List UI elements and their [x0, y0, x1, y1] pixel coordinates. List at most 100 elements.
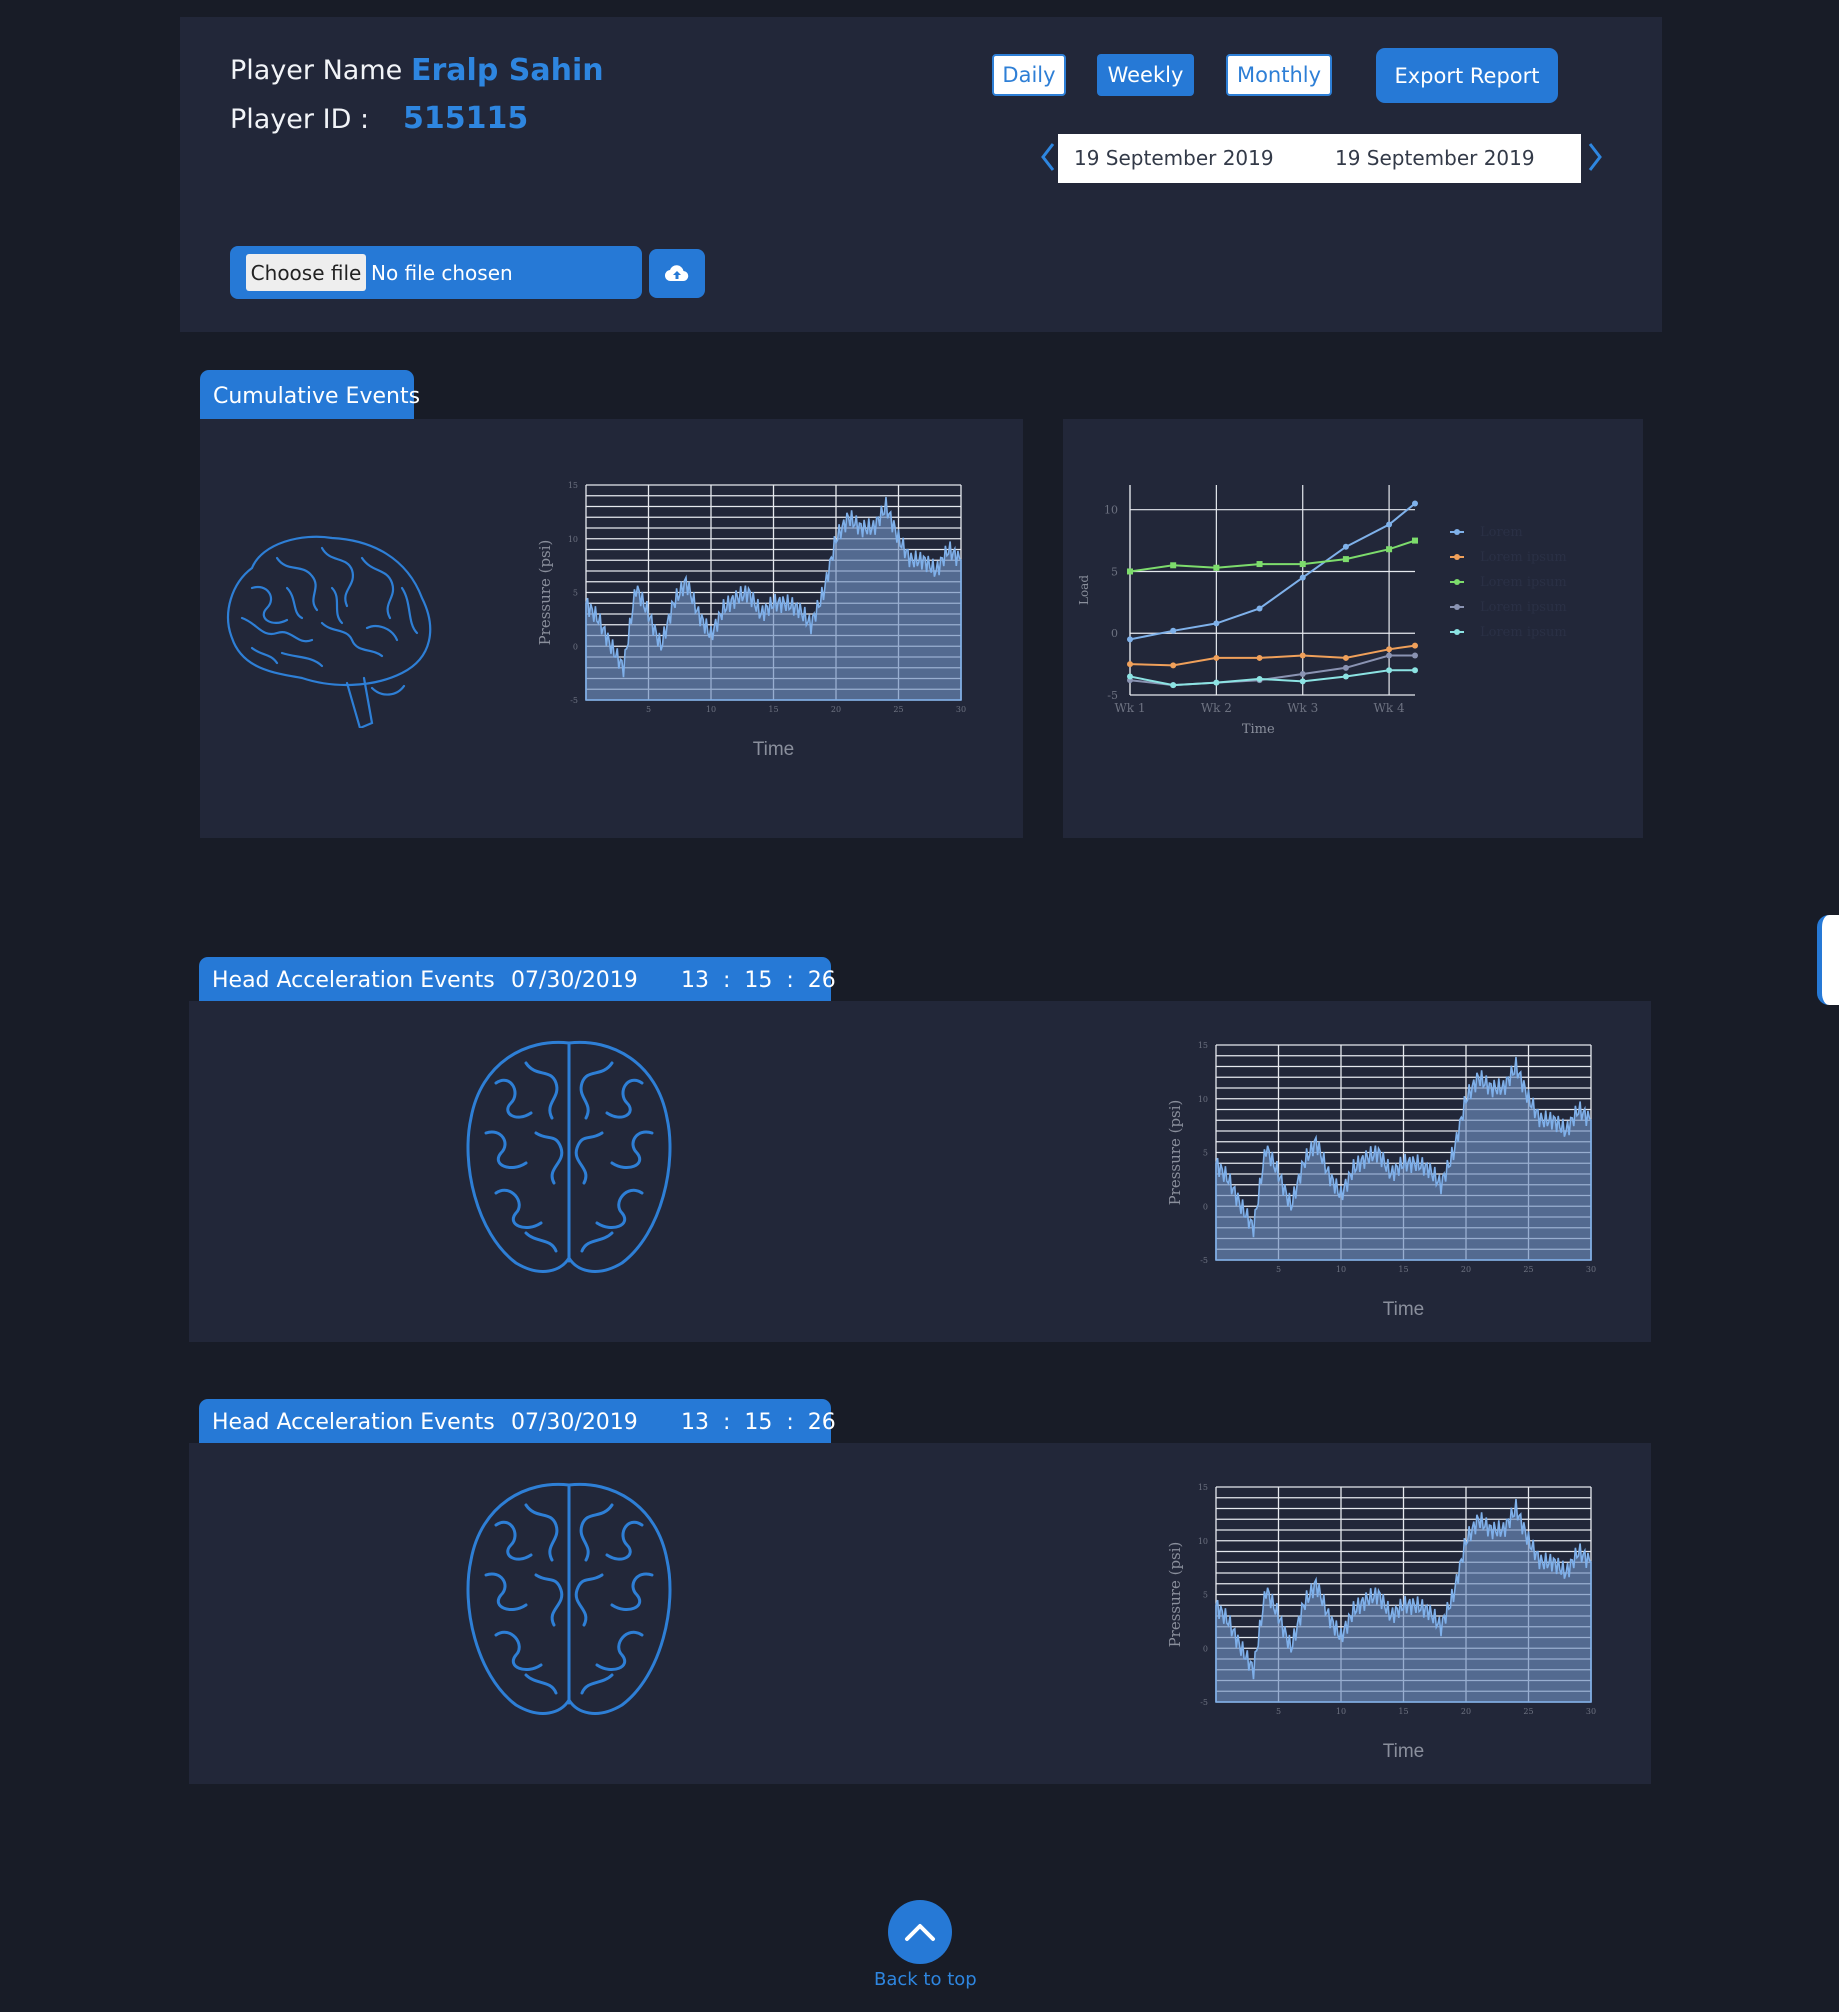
tab-cumulative-events[interactable]: Cumulative Events	[200, 370, 420, 419]
y-tick-label: 0	[573, 642, 578, 651]
data-point	[1342, 664, 1349, 671]
monthly-button[interactable]: Monthly	[1226, 54, 1332, 96]
y-tick-label: 5	[1111, 565, 1118, 578]
brain-fold	[494, 1189, 543, 1229]
y-tick-label: -5	[1200, 1256, 1208, 1265]
side-drawer-handle[interactable]	[1817, 915, 1839, 1005]
weekly-button[interactable]: Weekly	[1097, 54, 1194, 96]
x-tick-label: 15	[1398, 1265, 1408, 1274]
upload-button[interactable]	[649, 249, 705, 298]
data-point	[1299, 574, 1306, 581]
brain-fold	[580, 1231, 614, 1253]
chevron-left-icon[interactable]	[1036, 140, 1060, 174]
player-name-value: Eralp Sahin	[411, 53, 604, 88]
x-axis-title: Time	[753, 739, 795, 760]
x-tick-label: 25	[1523, 1265, 1533, 1274]
x-tick-label: Wk 2	[1201, 701, 1232, 715]
data-point	[1412, 652, 1418, 659]
file-status: No file chosen	[371, 261, 513, 285]
y-tick-label: 5	[1203, 1149, 1208, 1158]
y-tick-label: 10	[1104, 504, 1118, 517]
legend-marker	[1454, 554, 1460, 560]
brain-fold	[494, 1631, 543, 1671]
y-tick-label: -5	[1107, 689, 1118, 702]
y-tick-label: 0	[1203, 1644, 1208, 1653]
back-to-top-button[interactable]	[888, 1900, 952, 1964]
data-point	[1256, 605, 1263, 612]
data-point	[1170, 682, 1177, 689]
export-report-button[interactable]: Export Report	[1376, 48, 1558, 103]
data-point	[1342, 654, 1349, 661]
y-tick-label: 15	[568, 481, 578, 490]
brain-fold	[610, 1130, 654, 1169]
date-range-picker[interactable]: 19 September 2019 19 September 2019	[1058, 134, 1581, 183]
brain-fold	[605, 1521, 644, 1561]
data-point	[1342, 673, 1349, 680]
x-tick-label: 10	[1336, 1707, 1346, 1716]
pressure-area-chart-3: -5 0 5 10 15 5 10 15 20 25 30 Time Pressure (psi)	[1166, 1483, 1596, 1762]
x-tick-label: 25	[893, 705, 903, 714]
series-line	[1129, 654, 1415, 687]
x-tick-label: 5	[1276, 1707, 1281, 1716]
data-point	[1213, 679, 1220, 686]
legend-label: Lorem ipsum	[1480, 550, 1567, 565]
data-point	[1386, 646, 1393, 653]
chevron-up-icon	[905, 1924, 935, 1941]
data-point	[1127, 661, 1133, 668]
brain-fold	[484, 1130, 528, 1169]
brain-fold	[595, 1631, 644, 1671]
daily-button[interactable]: Daily	[992, 54, 1066, 96]
brain-fold	[574, 1573, 604, 1627]
player-id-value: 515115	[403, 101, 529, 136]
brain-fold	[524, 1503, 559, 1562]
data-point	[1386, 667, 1393, 674]
data-point	[1170, 662, 1177, 669]
x-axis-title: Time	[1383, 1741, 1425, 1762]
chevron-right-icon[interactable]	[1583, 140, 1607, 174]
brain-fold	[610, 1572, 654, 1611]
data-point	[1213, 564, 1220, 571]
legend-label: Lorem ipsum	[1480, 625, 1567, 640]
brain-fold	[524, 1061, 559, 1120]
end-date[interactable]: 19 September 2019	[1335, 146, 1535, 170]
y-tick-label: 5	[573, 589, 578, 598]
y-tick-label: 5	[1203, 1591, 1208, 1600]
data-point	[1127, 636, 1133, 643]
legend-marker	[1454, 604, 1460, 610]
pressure-area-chart-2: -5 0 5 10 15 5 10 15 20 25 30 Time Pressure (psi)	[1166, 1041, 1596, 1320]
player-id-label: Player ID :	[230, 104, 370, 135]
data-point	[1213, 620, 1220, 627]
x-tick-label: 30	[956, 705, 966, 714]
legend-label: Lorem	[1480, 525, 1523, 540]
x-tick-label: 10	[706, 705, 716, 714]
data-point	[1412, 500, 1418, 507]
tab-head-acceleration-events-1[interactable]: Head Acceleration Events 07/30/2019 13 :…	[199, 957, 836, 1001]
x-tick-label: Wk 4	[1374, 701, 1405, 715]
tab-head-acceleration-events-2[interactable]: Head Acceleration Events 07/30/2019 13 :…	[199, 1399, 836, 1443]
brain-side-view-icon	[227, 535, 432, 728]
back-to-top-link[interactable]: Back to top	[874, 1969, 977, 1990]
x-tick-label: 10	[1336, 1265, 1346, 1274]
legend-marker	[1454, 579, 1460, 585]
data-point	[1299, 561, 1306, 568]
brain-fold	[534, 1573, 564, 1627]
y-tick-label: 0	[1203, 1202, 1208, 1211]
legend-label: Lorem ipsum	[1480, 600, 1567, 615]
data-point	[1170, 627, 1177, 634]
file-input[interactable]: Choose file No file chosen	[230, 246, 642, 299]
data-point	[1412, 642, 1418, 649]
data-point	[1299, 671, 1306, 677]
brain-outline	[466, 1482, 672, 1715]
y-tick-label: 15	[1198, 1483, 1208, 1492]
x-tick-label: 30	[1586, 1707, 1596, 1716]
y-tick-label: -5	[570, 696, 578, 705]
y-tick-label: 10	[568, 535, 578, 544]
data-point	[1256, 561, 1263, 568]
pressure-area-chart-1: -5 0 5 10 15 5 10 15 20 25 30 Time Pressure (psi)	[536, 481, 966, 760]
data-point	[1386, 521, 1393, 528]
choose-file-button[interactable]: Choose file	[246, 254, 366, 291]
brain-fold	[524, 1231, 558, 1253]
x-tick-label: 15	[768, 705, 778, 714]
data-point	[1127, 568, 1133, 575]
start-date[interactable]: 19 September 2019	[1074, 146, 1274, 170]
